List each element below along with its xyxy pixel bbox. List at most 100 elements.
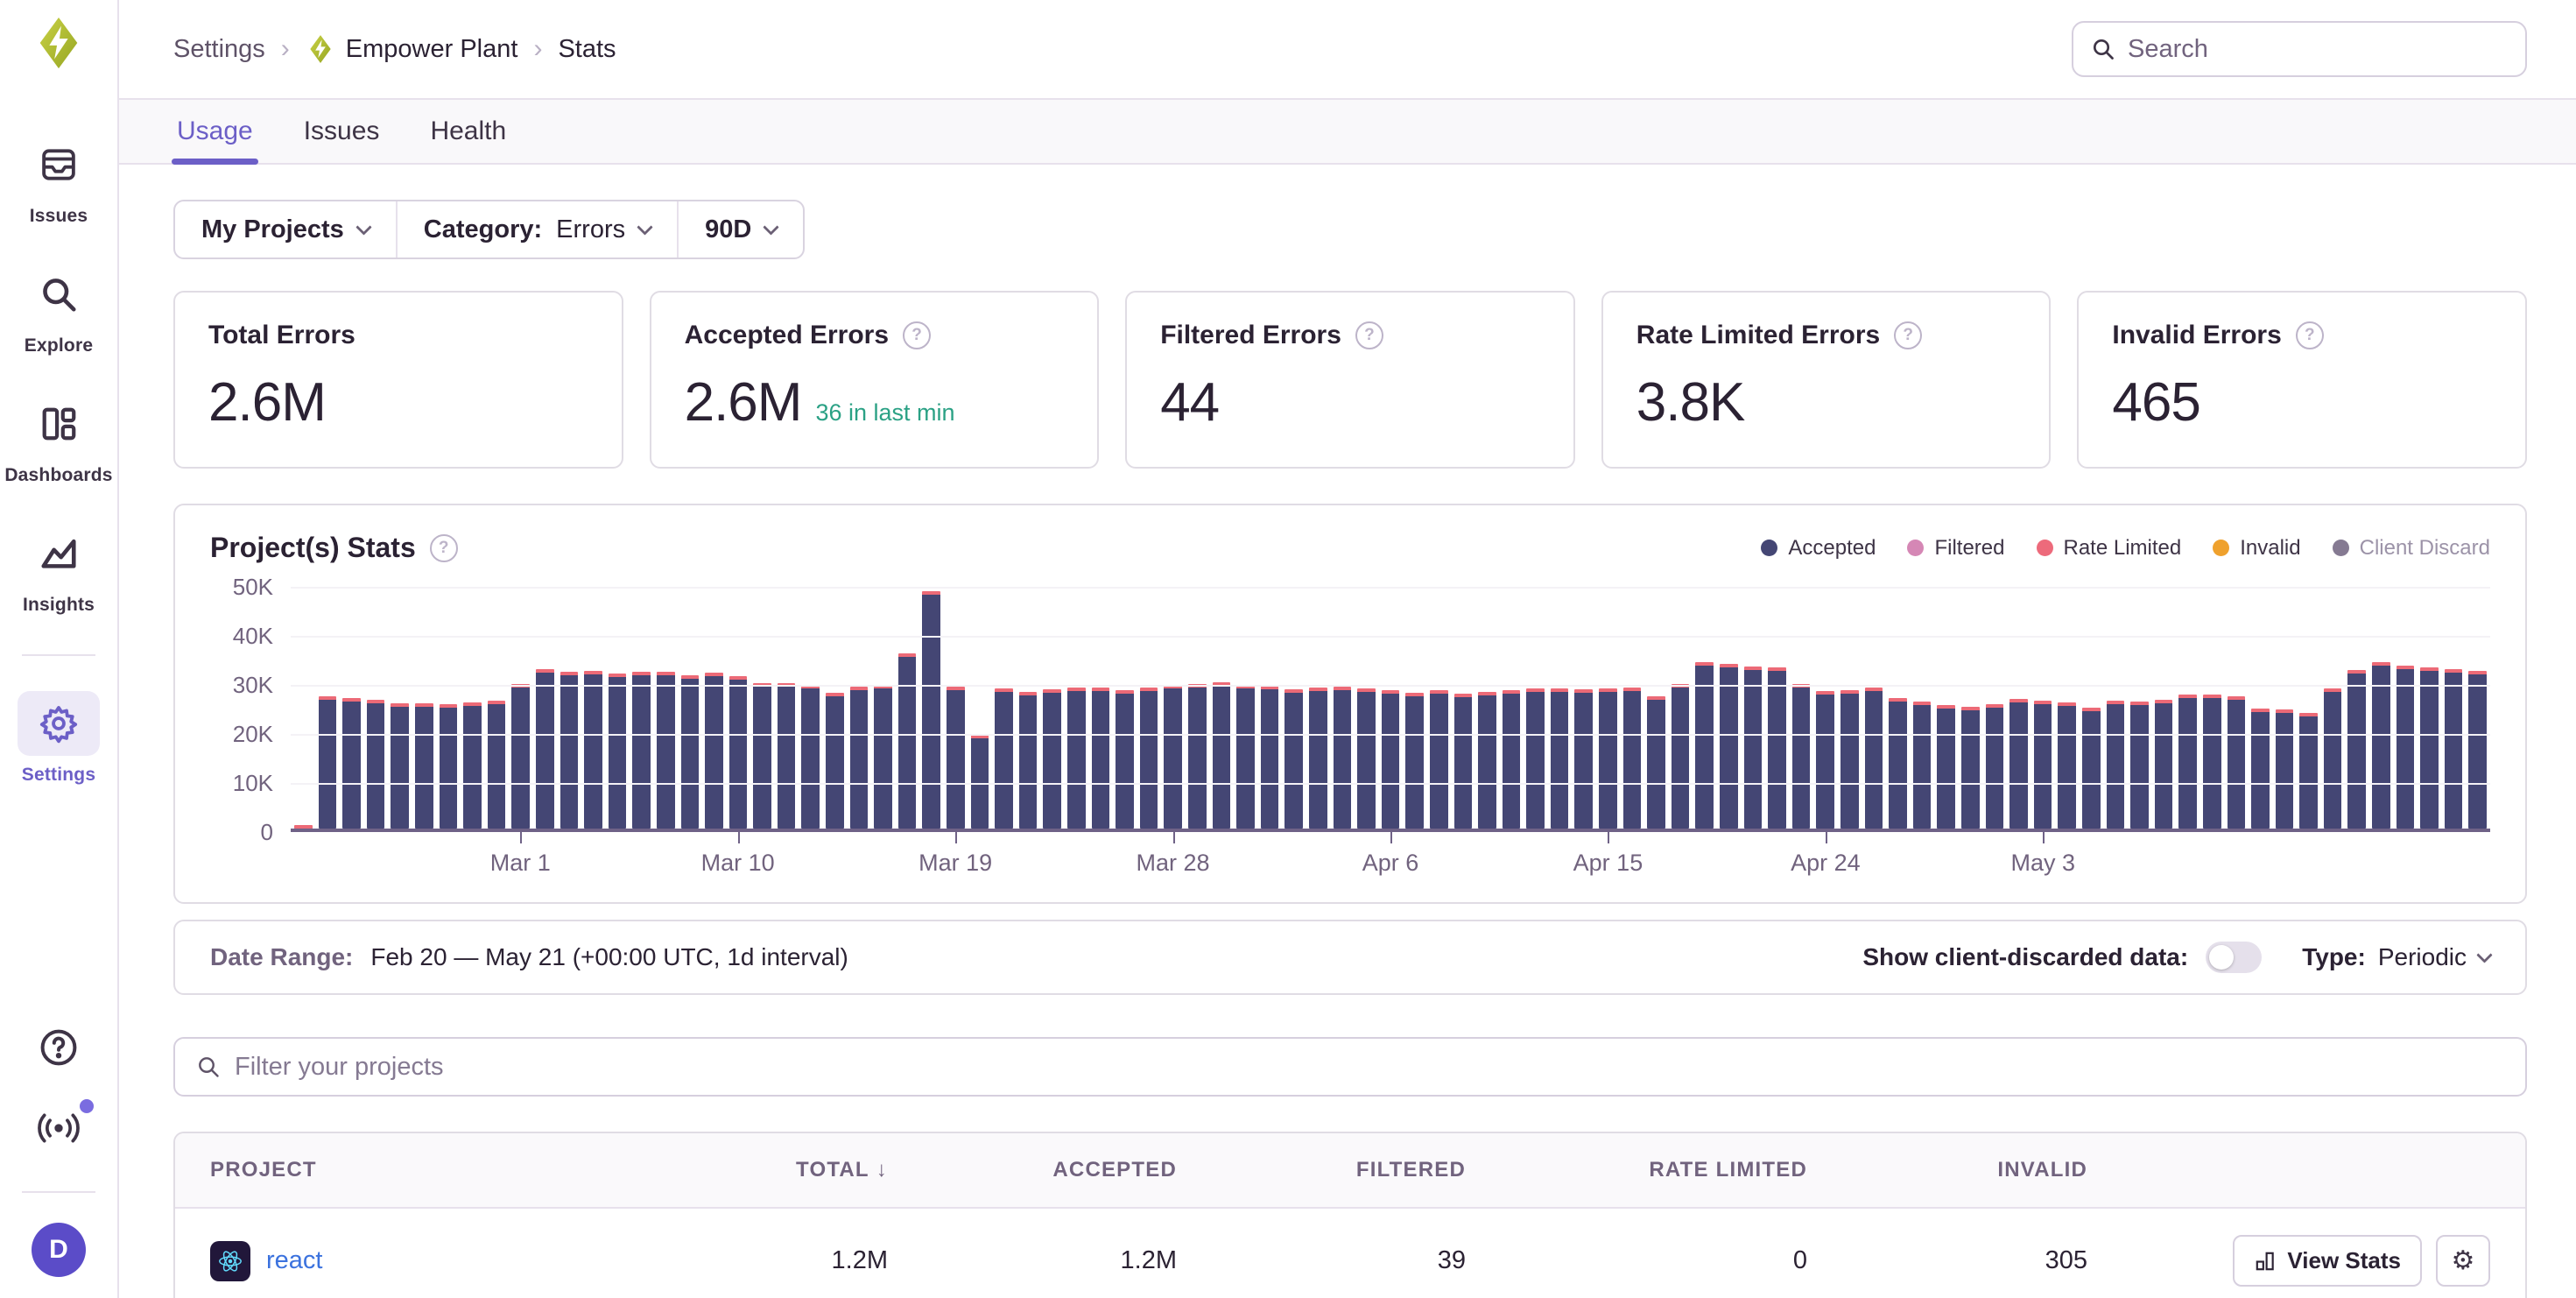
y-tick-label: 50K [233, 574, 273, 601]
sentry-logo-icon[interactable] [32, 16, 86, 74]
y-tick-label: 40K [233, 623, 273, 650]
chart-bar [2324, 688, 2342, 829]
chart-bar [2276, 709, 2294, 829]
chart-bar [1284, 689, 1303, 829]
chart-bar [753, 683, 771, 829]
help-icon[interactable] [38, 1026, 80, 1073]
invalid-cell: 305 [1807, 1246, 2087, 1275]
x-tick [520, 832, 522, 843]
chart-bar [1454, 694, 1473, 829]
period-selector[interactable]: 90D [677, 201, 803, 257]
x-tick [1173, 832, 1175, 843]
chart-bar [1526, 688, 1545, 829]
chart-bar [1503, 690, 1521, 829]
chart-bar [391, 703, 409, 829]
col-filtered[interactable]: FILTERED [1177, 1158, 1466, 1182]
chart-bar [1188, 684, 1207, 829]
chart-bar [947, 687, 965, 829]
avatar-initial: D [49, 1235, 68, 1265]
tab-issues[interactable]: Issues [304, 100, 380, 163]
chart-bar [1647, 696, 1665, 829]
projects-table: PROJECT TOTAL↓ ACCEPTED FILTERED RATE LI… [173, 1132, 2527, 1298]
col-rate-limited[interactable]: RATE LIMITED [1466, 1158, 1807, 1182]
stat-cards: Total Errors 2.6M Accepted Errors ? 2.6M… [173, 291, 2527, 469]
stat-card-filtered-errors: Filtered Errors ? 44 [1125, 291, 1575, 469]
chart-bar [294, 825, 313, 829]
col-total[interactable]: TOTAL↓ [608, 1158, 888, 1182]
chart-bar [1986, 704, 2004, 829]
chart-bar [2420, 667, 2439, 829]
type-selector[interactable]: Type: Periodic [2302, 943, 2490, 971]
project-settings-button[interactable]: ⚙ [2436, 1235, 2490, 1287]
sidebar-item-label: Issues [30, 206, 88, 227]
help-icon[interactable]: ? [903, 321, 931, 349]
chart-bar [1405, 693, 1424, 829]
help-icon[interactable]: ? [1894, 321, 1922, 349]
projects-selector[interactable]: My Projects [175, 201, 396, 257]
client-discard-toggle[interactable] [2206, 942, 2262, 973]
chart-bar [1357, 688, 1376, 829]
breadcrumb-settings[interactable]: Settings [173, 35, 265, 64]
legend-invalid[interactable]: Invalid [2213, 536, 2300, 561]
tab-usage[interactable]: Usage [177, 100, 253, 163]
chevron-right-icon: › [533, 34, 542, 64]
col-accepted[interactable]: ACCEPTED [888, 1158, 1177, 1182]
stat-card-note: 36 in last min [815, 399, 954, 427]
stat-card-label: Total Errors [208, 321, 355, 350]
help-icon[interactable]: ? [430, 534, 458, 562]
chart-bar [1574, 689, 1593, 829]
col-invalid[interactable]: INVALID [1807, 1158, 2087, 1182]
tab-health[interactable]: Health [430, 100, 506, 163]
category-selector[interactable]: Category: Errors [396, 201, 677, 257]
avatar[interactable]: D [32, 1223, 86, 1277]
sidebar-item-explore[interactable]: Explore [18, 262, 100, 356]
view-stats-button[interactable]: View Stats [2233, 1235, 2422, 1287]
x-tick-label: Apr 24 [1791, 850, 1861, 877]
chart-bar [2347, 670, 2366, 829]
chart-bar [1744, 667, 1763, 829]
help-icon[interactable]: ? [2296, 321, 2324, 349]
legend-rate-limited[interactable]: Rate Limited [2037, 536, 2182, 561]
y-axis-labels: 010K20K30K40K50K [210, 587, 291, 832]
chart-bar [2468, 671, 2487, 829]
chart-bar [1961, 707, 1980, 829]
project-filter[interactable] [173, 1037, 2527, 1097]
legend-accepted[interactable]: Accepted [1761, 536, 1876, 561]
help-icon[interactable]: ? [1355, 321, 1383, 349]
row-actions: View Stats ⚙ [2087, 1235, 2490, 1287]
chart-bar [1913, 702, 1932, 829]
global-search[interactable] [2072, 21, 2527, 77]
tab-strip: Usage Issues Health [119, 98, 2576, 165]
stat-card-value: 2.6M [208, 371, 326, 434]
rate-limited-cell: 0 [1466, 1246, 1807, 1275]
stat-card-label: Filtered Errors [1160, 321, 1341, 350]
sidebar-item-dashboards[interactable]: Dashboards [4, 392, 112, 486]
chart-bar [367, 700, 385, 829]
chart-bar [1478, 692, 1496, 829]
legend-dot [1907, 540, 1924, 556]
legend-filtered[interactable]: Filtered [1907, 536, 2004, 561]
project-link[interactable]: react [266, 1246, 322, 1275]
project-stats-chart-panel: Project(s) Stats ? Accepted Filtered [173, 504, 2527, 904]
search-input[interactable] [2128, 35, 2508, 64]
broadcast-icon[interactable] [36, 1110, 81, 1151]
chart-bar [1067, 688, 1086, 829]
page-content: My Projects Category: Errors 90D Total [119, 165, 2576, 1298]
gridline [291, 783, 2490, 785]
project-filter-input[interactable] [235, 1053, 2504, 1082]
chart-bar [2397, 666, 2415, 829]
chart-bar [1695, 662, 1714, 829]
sidebar-item-settings[interactable]: Settings [18, 691, 100, 786]
legend-dot [2333, 540, 2349, 556]
org-logo-icon [306, 34, 335, 64]
sidebar-item-insights[interactable]: Insights [18, 521, 100, 616]
sidebar-item-issues[interactable]: Issues [18, 132, 100, 227]
table-row: react 1.2M 1.2M 39 0 305 View Stats [175, 1209, 2525, 1298]
chart-bar [1116, 690, 1134, 829]
chart-bar [632, 672, 651, 829]
stat-card-invalid-errors: Invalid Errors ? 465 [2077, 291, 2527, 469]
legend-client-discard[interactable]: Client Discard [2333, 536, 2490, 561]
project-cell: react [210, 1241, 608, 1281]
breadcrumb-org[interactable]: Empower Plant [306, 34, 518, 64]
breadcrumb: Settings › Empower Plant › Stats [173, 34, 616, 64]
